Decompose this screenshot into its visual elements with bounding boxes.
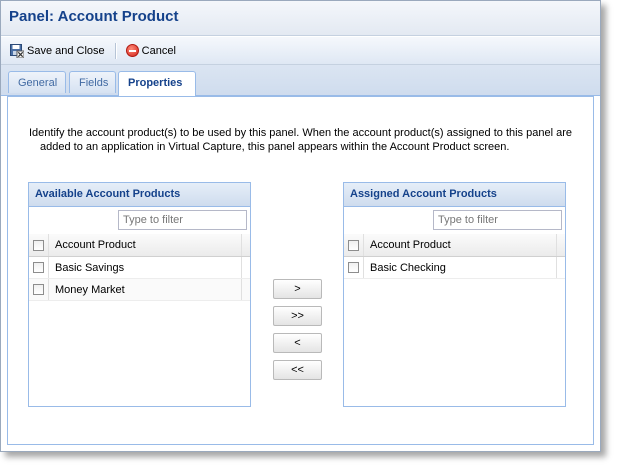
cancel-icon bbox=[125, 44, 139, 57]
save-and-close-button[interactable]: Save and Close bbox=[7, 43, 108, 58]
toolbar-separator bbox=[114, 42, 117, 59]
tab-strip: General Fields Properties bbox=[1, 65, 600, 96]
assigned-filter-input[interactable] bbox=[433, 210, 562, 230]
column-header-account-product[interactable]: Account Product bbox=[49, 234, 242, 256]
tab-general[interactable]: General bbox=[8, 71, 66, 93]
assigned-products-panel: Assigned Account Products Account Produc… bbox=[343, 182, 566, 407]
move-right-button[interactable]: > bbox=[273, 279, 322, 299]
save-close-icon bbox=[10, 43, 25, 58]
row-checkbox[interactable] bbox=[348, 262, 359, 273]
available-filter-input[interactable] bbox=[118, 210, 247, 230]
panel-window: Panel: Account Product Save and Close Ca… bbox=[0, 0, 601, 452]
grid-header: Account Product bbox=[29, 234, 250, 257]
assigned-products-grid: Account Product Basic Checking bbox=[344, 234, 565, 279]
tab-fields[interactable]: Fields bbox=[69, 71, 116, 93]
toolbar: Save and Close Cancel bbox=[1, 37, 600, 65]
tab-properties[interactable]: Properties bbox=[118, 71, 196, 96]
table-row[interactable]: Basic Savings bbox=[29, 257, 250, 279]
select-all-checkbox[interactable] bbox=[33, 239, 44, 251]
cancel-label: Cancel bbox=[141, 44, 176, 57]
move-left-button[interactable]: < bbox=[273, 333, 322, 353]
table-row[interactable]: Money Market bbox=[29, 279, 250, 301]
properties-tab-body: Identify the account product(s) to be us… bbox=[7, 96, 594, 445]
description-line-2: added to an application in Virtual Captu… bbox=[40, 141, 510, 153]
row-checkbox[interactable] bbox=[33, 262, 44, 273]
select-all-checkbox[interactable] bbox=[348, 239, 359, 251]
save-and-close-label: Save and Close bbox=[27, 44, 105, 57]
cancel-button[interactable]: Cancel bbox=[123, 44, 179, 57]
description-text: Identify the account product(s) to be us… bbox=[29, 126, 579, 154]
available-products-title: Available Account Products bbox=[29, 183, 250, 207]
row-label: Money Market bbox=[49, 279, 242, 300]
row-label: Basic Savings bbox=[49, 257, 242, 278]
row-label: Basic Checking bbox=[364, 257, 557, 278]
grid-header: Account Product bbox=[344, 234, 565, 257]
column-header-account-product[interactable]: Account Product bbox=[364, 234, 557, 256]
move-all-left-button[interactable]: << bbox=[273, 360, 322, 380]
available-products-grid: Account Product Basic Savings Money Mark… bbox=[29, 234, 250, 301]
move-all-right-button[interactable]: >> bbox=[273, 306, 322, 326]
row-checkbox[interactable] bbox=[33, 284, 44, 295]
description-line-1: Identify the account product(s) to be us… bbox=[29, 127, 572, 139]
assigned-products-title: Assigned Account Products bbox=[344, 183, 565, 207]
table-row[interactable]: Basic Checking bbox=[344, 257, 565, 279]
window-title: Panel: Account Product bbox=[1, 1, 600, 36]
available-products-panel: Available Account Products Account Produ… bbox=[28, 182, 251, 407]
